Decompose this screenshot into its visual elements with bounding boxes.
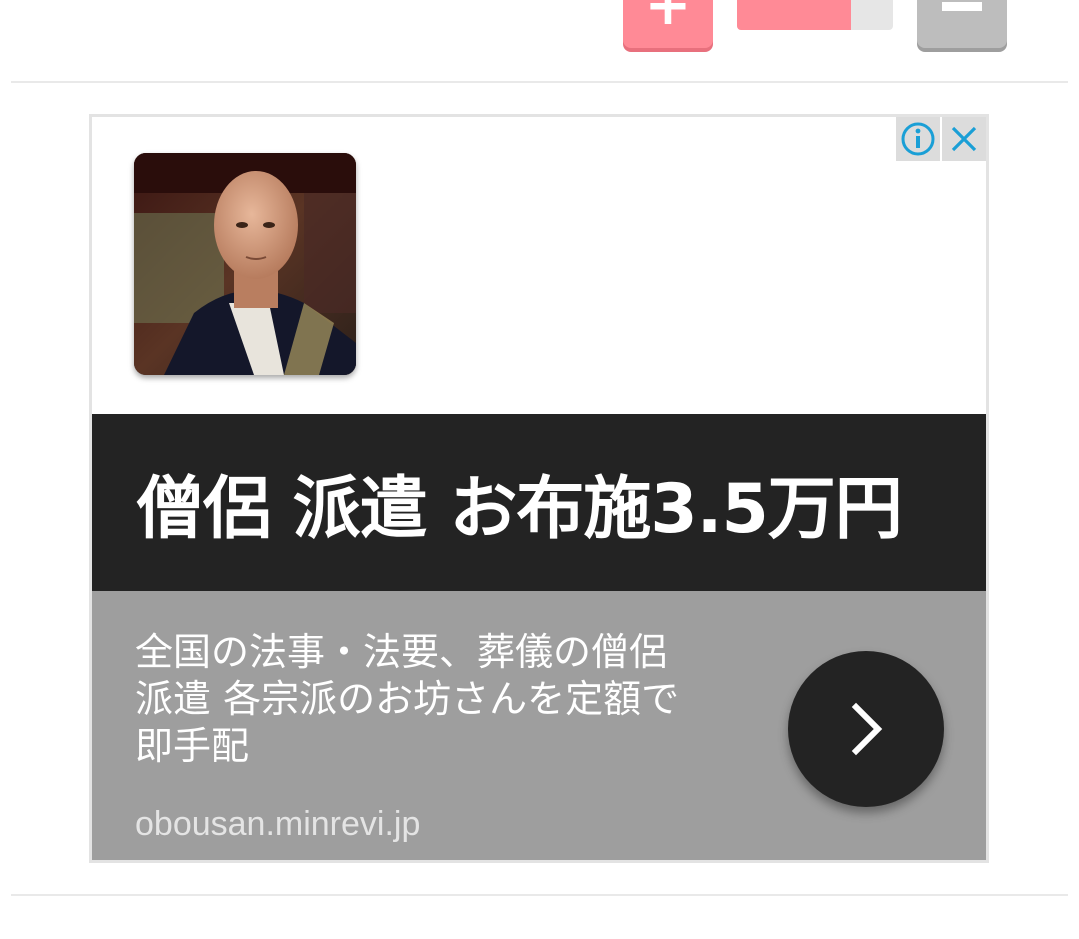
headline-band[interactable]: 僧侶 派遣 お布施3.5万円	[92, 414, 986, 591]
ad-headline[interactable]: 僧侶 派遣 お布施3.5万円	[136, 453, 903, 552]
ad-description: 全国の法事・法要、葬儀の僧侶 派遣 各宗派のお坊さんを定額で 即手配	[135, 629, 755, 770]
open-ad-button[interactable]	[788, 651, 944, 807]
description-line: 即手配	[135, 724, 250, 768]
description-line: 全国の法事・法要、葬儀の僧侶	[135, 630, 668, 674]
bottom-divider	[11, 894, 1068, 896]
plus-icon: +	[644, 0, 692, 38]
ad-card[interactable]: 僧侶 派遣 お布施3.5万円 全国の法事・法要、葬儀の僧侶 派遣 各宗派のお坊さ…	[89, 114, 989, 863]
ad-controls	[896, 117, 986, 161]
progress-bar	[737, 0, 893, 30]
minus-icon	[942, 2, 982, 11]
description-band[interactable]: 全国の法事・法要、葬儀の僧侶 派遣 各宗派のお坊さんを定額で 即手配 obous…	[92, 591, 986, 860]
ad-image[interactable]	[134, 153, 356, 375]
progress-fill	[737, 0, 851, 30]
close-icon[interactable]	[942, 117, 986, 161]
description-line: 派遣 各宗派のお坊さんを定額で	[135, 677, 680, 721]
info-icon[interactable]	[896, 117, 940, 161]
decrease-button[interactable]	[917, 0, 1007, 48]
increase-button[interactable]: +	[623, 0, 713, 48]
page: + 僧侶 派遣 お布施3.5万円 全国の法事・法要、葬儀の僧侶 派遣 各宗派のお…	[0, 0, 1079, 939]
chevron-right-icon	[851, 702, 883, 756]
ad-domain[interactable]: obousan.minrevi.jp	[135, 805, 420, 844]
top-divider	[11, 81, 1068, 83]
